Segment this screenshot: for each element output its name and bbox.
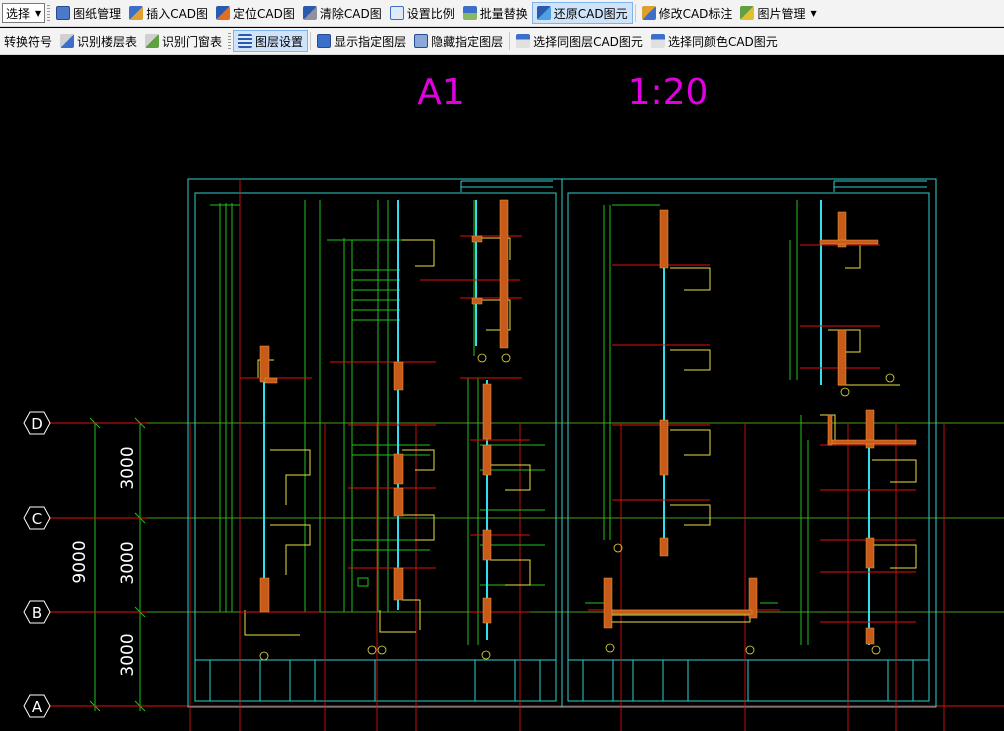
door-window-table-icon (145, 34, 160, 48)
drawing-manage-icon (56, 6, 71, 20)
select-same-layer-button[interactable]: 选择同图层CAD图元 (512, 30, 647, 52)
dimension-text: 3000 (118, 446, 138, 489)
locate-cad-button[interactable]: 定位CAD图 (212, 2, 299, 24)
select-dropdown[interactable]: 选择 ▼ (2, 3, 46, 23)
select-same-color-icon (650, 34, 665, 48)
canvas-background (0, 56, 1004, 731)
scale-label: 1:20 (628, 72, 709, 113)
modify-cad-label-icon (641, 6, 656, 20)
modify-cad-label-button[interactable]: 修改CAD标注 (638, 2, 737, 24)
select-same-color-button[interactable]: 选择同颜色CAD图元 (647, 30, 782, 52)
select-same-layer-icon (516, 34, 531, 48)
set-scale-button[interactable]: 设置比例 (386, 2, 459, 24)
chevron-down-icon: ▼ (35, 8, 42, 18)
total-dimension-text: 9000 (70, 540, 90, 583)
image-manage-button[interactable]: 图片管理 ▼ (736, 2, 820, 24)
cad-layer-show-icon (317, 34, 332, 48)
toolbar-separator (634, 4, 636, 22)
chevron-down-icon: ▼ (810, 8, 817, 18)
toolbar-main: 选择 ▼ 图纸管理 插入CAD图 定位CAD图 清除CAD图 设置比例 批量替换… (0, 0, 1004, 27)
convert-symbol-button[interactable]: 转换符号 (0, 30, 56, 52)
toolbar-grip[interactable] (47, 5, 51, 21)
select-label: 选择 (6, 6, 31, 21)
clear-cad-icon (302, 6, 317, 20)
recognize-door-window-table-button[interactable]: 识别门窗表 (141, 30, 226, 52)
floor-table-icon (60, 34, 75, 48)
locate-cad-icon (216, 6, 231, 20)
sheet-label: A1 (417, 72, 465, 113)
restore-cad-icon (536, 6, 551, 20)
dimension-text: 3000 (118, 633, 138, 676)
image-manage-icon (740, 6, 755, 20)
toolbar-separator (310, 32, 312, 50)
recognize-floor-table-button[interactable]: 识别楼层表 (56, 30, 141, 52)
set-scale-icon (389, 6, 404, 20)
axis-label: C (32, 510, 42, 528)
hide-layer-button[interactable]: 隐藏指定图层 (410, 30, 507, 52)
show-layer-button[interactable]: 显示指定图层 (313, 30, 410, 52)
toolbar-recognize: 转换符号 识别楼层表 识别门窗表 图层设置 显示指定图层 隐藏指定图层 选择同图… (0, 28, 1004, 55)
axis-label: A (32, 698, 43, 716)
insert-cad-icon (129, 6, 144, 20)
axis-label: B (32, 604, 42, 622)
cad-layer-hide-icon (414, 34, 429, 48)
dimension-text: 3000 (118, 541, 138, 584)
toolbar-separator (509, 32, 511, 50)
axis-label: D (31, 415, 43, 433)
restore-cad-button[interactable]: 还原CAD图元 (531, 2, 633, 24)
insert-cad-button[interactable]: 插入CAD图 (125, 2, 212, 24)
drawing-manage-button[interactable]: 图纸管理 (52, 2, 125, 24)
layer-settings-icon (238, 34, 253, 48)
toolbar-grip[interactable] (228, 33, 232, 49)
cad-drawing-canvas[interactable]: A1 1:20 3000 3000 3000 9000 D C B A (0, 56, 1004, 731)
batch-replace-icon (462, 6, 477, 20)
layer-settings-button[interactable]: 图层设置 (233, 30, 309, 52)
clear-cad-button[interactable]: 清除CAD图 (299, 2, 386, 24)
batch-replace-button[interactable]: 批量替换 (459, 2, 532, 24)
